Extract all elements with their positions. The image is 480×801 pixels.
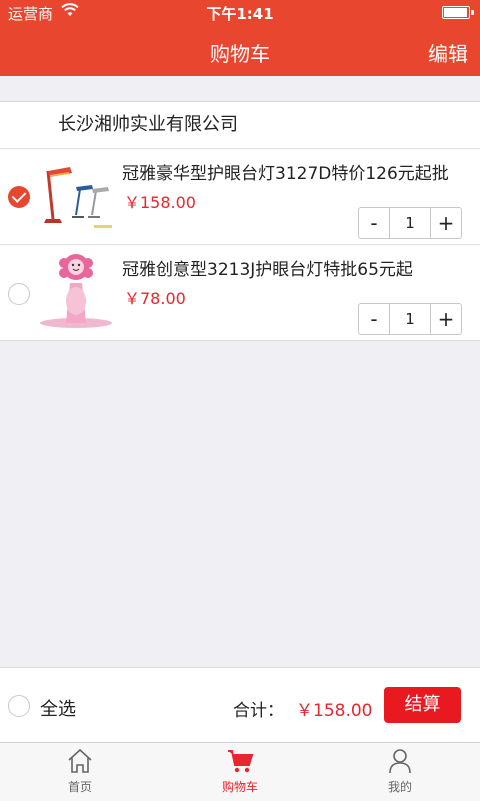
cart-icon (228, 750, 254, 773)
shop-name: 长沙湘帅实业有限公司 (0, 102, 480, 149)
total-amount: ￥158.00 (296, 701, 373, 721)
quantity-stepper: - 1 + (358, 207, 462, 239)
increase-button[interactable]: + (431, 304, 461, 334)
status-bar: 运营商 下午1:41 (0, 0, 480, 24)
cart-item: 冠雅豪华型护眼台灯3127D特价126元起批 ￥158.00 - 1 + (0, 149, 480, 245)
select-all-checkbox[interactable] (8, 695, 30, 717)
item-price: ￥158.00 (124, 193, 196, 212)
home-icon (68, 748, 92, 773)
battery-icon (442, 6, 474, 19)
decrease-button[interactable]: - (359, 304, 389, 334)
increase-button[interactable]: + (431, 208, 461, 238)
item-checkbox[interactable] (8, 186, 30, 208)
select-all-label[interactable]: 全选 (40, 695, 76, 721)
quantity-stepper: - 1 + (358, 303, 462, 335)
edit-button[interactable]: 编辑 (428, 38, 468, 67)
tab-bar: 首页 购物车 我的 (0, 742, 480, 801)
page-title: 购物车 (210, 42, 270, 66)
total-label: 合计： (233, 701, 284, 721)
quantity-value[interactable]: 1 (389, 304, 431, 334)
item-name[interactable]: 冠雅创意型3213J护眼台灯特批65元起 (122, 255, 413, 280)
tab-cart[interactable]: 购物车 (160, 743, 320, 801)
cart-item: 冠雅创意型3213J护眼台灯特批65元起 ￥78.00 - 1 + (0, 245, 480, 340)
tab-mine[interactable]: 我的 (320, 743, 480, 801)
checkout-button[interactable]: 结算 (384, 687, 461, 723)
tab-label: 购物车 (221, 780, 258, 794)
checkout-bar: 全选 合计： ￥158.00 结算 (0, 667, 480, 743)
decrease-button[interactable]: - (359, 208, 389, 238)
quantity-value[interactable]: 1 (389, 208, 431, 238)
item-name[interactable]: 冠雅豪华型护眼台灯3127D特价126元起批 (122, 159, 449, 184)
item-checkbox[interactable] (8, 283, 30, 305)
tab-label: 首页 (67, 780, 92, 794)
app-header: 运营商 下午1:41 购物车 编辑 (0, 0, 480, 76)
tab-label: 我的 (387, 780, 412, 794)
cart-card: 长沙湘帅实业有限公司 冠雅豪华型护眼台灯3127D特价126元起批 ￥158.0… (0, 101, 480, 341)
item-price: ￥78.00 (124, 289, 186, 308)
tab-home[interactable]: 首页 (0, 743, 160, 801)
product-image-lamp (36, 253, 116, 333)
product-image-lamp (36, 157, 116, 237)
status-time: 下午1:41 (206, 5, 274, 23)
user-icon (389, 749, 411, 774)
